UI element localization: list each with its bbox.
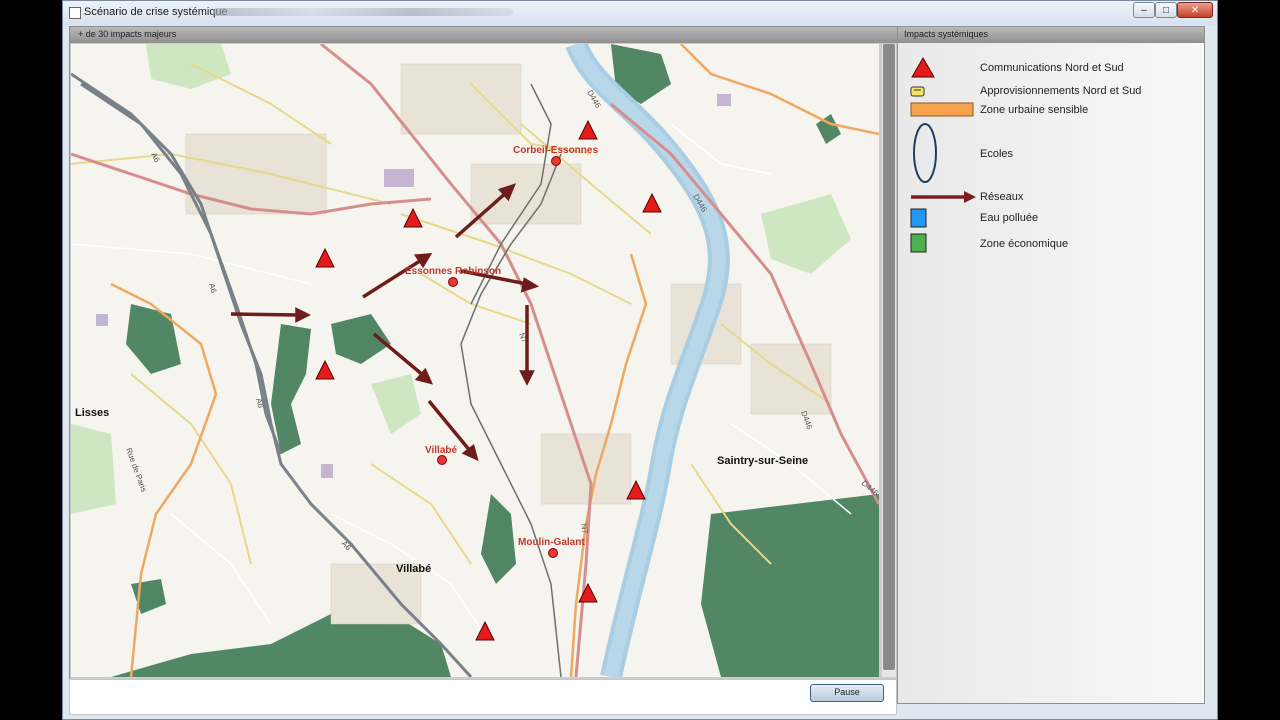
orange-bar-icon: [910, 102, 974, 117]
communication-impact-marker[interactable]: [578, 582, 598, 603]
town-labels: Lisses Villabé Saintry-sur-Seine: [75, 407, 808, 575]
road-label-a6-4: A6: [340, 539, 354, 553]
maximize-button[interactable]: □: [1155, 2, 1177, 18]
map-panel: + de 30 impacts majeurs D446 D446 D446 D…: [69, 26, 899, 680]
label-essonnes: Essonnes Robinson: [405, 266, 501, 277]
status-bar: [69, 679, 897, 715]
communication-impact-marker[interactable]: [315, 247, 335, 268]
label-saintry: Saintry-sur-Seine: [717, 455, 808, 467]
network-arrow: [519, 305, 535, 386]
communication-impact-marker[interactable]: [315, 359, 335, 380]
legend-panel: Impacts systémiques Communications Nord …: [897, 26, 1205, 704]
scrollbar-thumb[interactable]: [883, 44, 895, 670]
legend-label: Ecoles: [980, 148, 1014, 160]
map-header-label: + de 30 impacts majeurs: [78, 29, 177, 39]
label-villabe-station: Villabé: [425, 445, 457, 456]
yellow-supply-icon: [910, 86, 925, 97]
communication-impact-marker[interactable]: [642, 192, 662, 213]
label-villabe-town: Villabé: [396, 563, 431, 575]
app-icon: [69, 7, 81, 19]
title-bar[interactable]: Scénario de crise systémique – □ ✕: [63, 1, 1217, 25]
label-corbeil: Corbeil-Essonnes: [513, 145, 598, 156]
road-label-a6-1: A6: [149, 151, 162, 164]
legend-label: Eau polluée: [980, 212, 1039, 224]
station-point-essonnes[interactable]: [448, 277, 458, 287]
communication-impact-marker[interactable]: [578, 119, 598, 140]
station-point-moulin[interactable]: [548, 548, 558, 558]
legend-item-supplies: Approvisionnements Nord et Sud: [898, 82, 1204, 102]
label-moulin: Moulin-Galant: [518, 537, 585, 548]
legend-label: Zone urbaine sensible: [980, 104, 1089, 116]
map-view[interactable]: D446 D446 D446 D446 A6 A6 A6 A6 N7 N7 Ru…: [71, 44, 879, 677]
communication-impact-marker[interactable]: [403, 207, 423, 228]
legend-header-label: Impacts systémiques: [904, 29, 989, 39]
road-label-a6-2: A6: [207, 282, 218, 294]
station-point-villabe[interactable]: [437, 455, 447, 465]
map-panel-header[interactable]: + de 30 impacts majeurs: [70, 27, 898, 43]
station-point-corbeil[interactable]: [551, 156, 561, 166]
red-triangle-icon: [911, 57, 935, 78]
legend-label: Zone économique: [980, 238, 1069, 250]
map-vertical-scrollbar[interactable]: [882, 44, 896, 677]
blurred-title-area: [213, 8, 513, 16]
legend-item-polluted-water: Eau polluée: [898, 208, 1204, 230]
pause-button[interactable]: Pause: [810, 684, 884, 702]
arrow-icon: [911, 191, 976, 203]
green-square-icon: [910, 233, 927, 253]
road-label-rue-paris: Rue de Paris: [124, 447, 148, 494]
map-canvas: D446 D446 D446 D446 A6 A6 A6 A6 N7 N7 Ru…: [71, 44, 879, 677]
legend-item-economic-zone: Zone économique: [898, 233, 1204, 255]
legend-item-communications: Communications Nord et Sud: [898, 57, 1204, 81]
legend-item-schools: Ecoles: [898, 122, 1204, 186]
legend-label: Communications Nord et Sud: [980, 62, 1124, 74]
app-window: Scénario de crise systémique – □ ✕ + de …: [62, 0, 1218, 720]
window-title: Scénario de crise systémique: [84, 6, 228, 18]
legend-label: Réseaux: [980, 191, 1024, 203]
network-arrow: [372, 332, 434, 385]
blue-square-icon: [910, 208, 927, 228]
legend-item-urban-zone: Zone urbaine sensible: [898, 101, 1204, 121]
ellipse-icon: [913, 123, 937, 183]
legend-item-networks: Réseaux: [898, 189, 1204, 207]
legend-header[interactable]: Impacts systémiques: [898, 27, 1204, 43]
minimize-button[interactable]: –: [1133, 2, 1155, 18]
label-lisses: Lisses: [75, 407, 109, 419]
legend-label: Approvisionnements Nord et Sud: [980, 85, 1142, 97]
close-button[interactable]: ✕: [1177, 2, 1213, 18]
